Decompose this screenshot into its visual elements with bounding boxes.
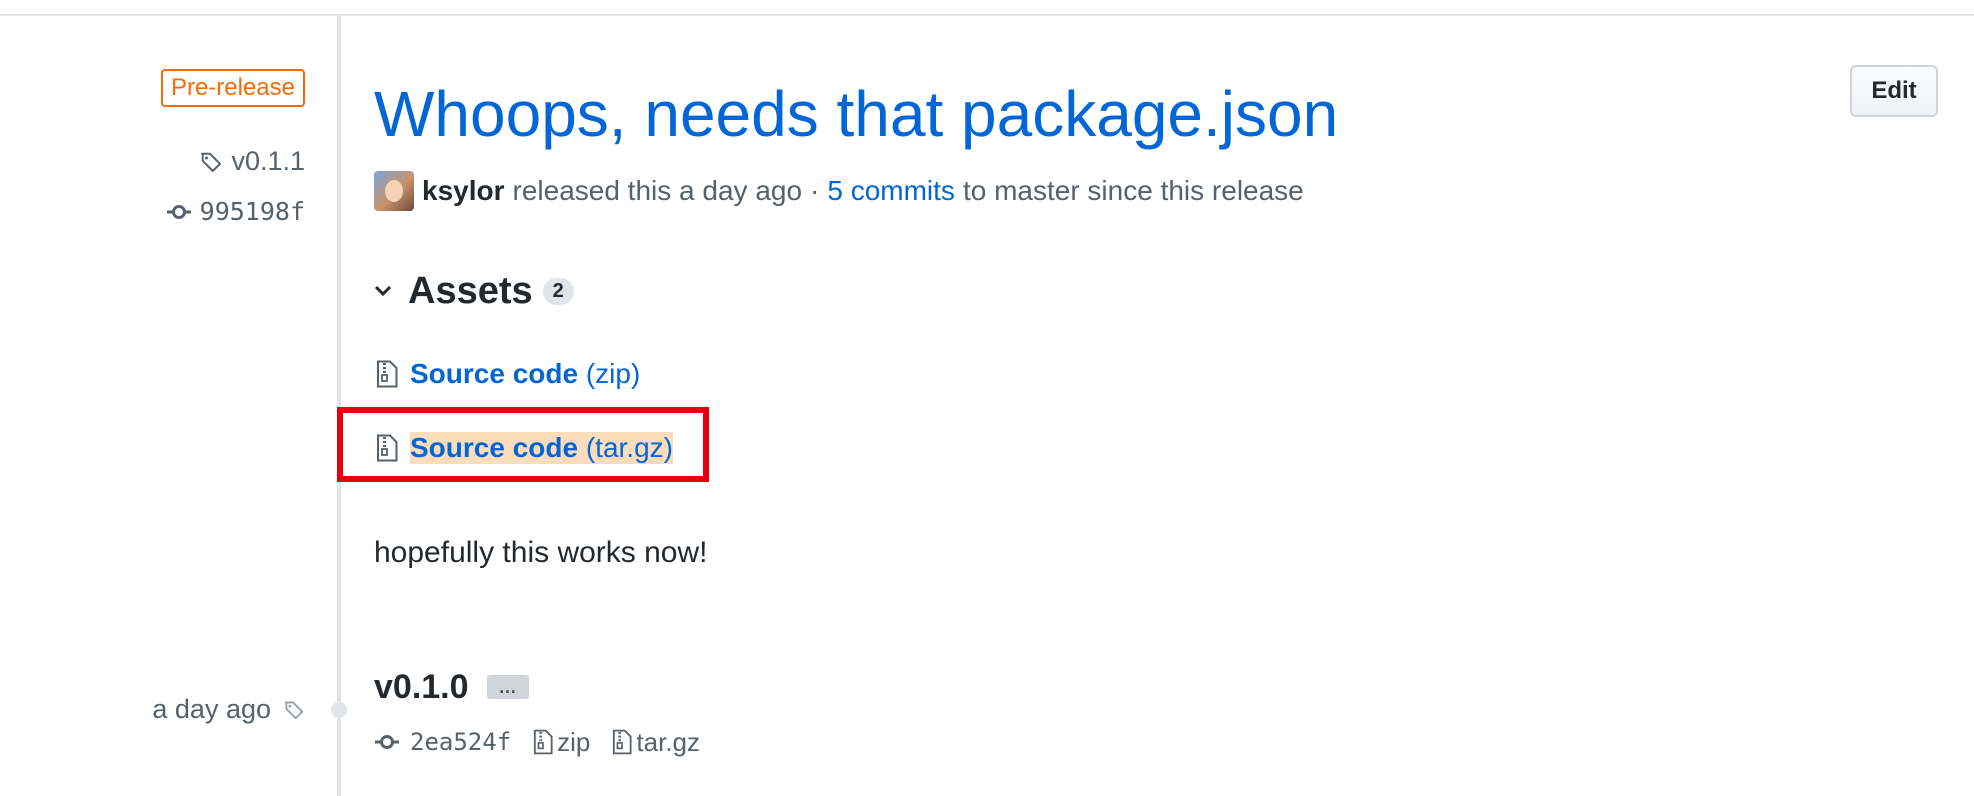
previous-release-tag[interactable]: v0.1.0 — [374, 668, 469, 707]
release-page: Pre-release v0.1.1 995198f a day ago Who… — [0, 0, 1974, 796]
header-divider — [0, 14, 1974, 16]
source-code-zip-link[interactable]: Source code (zip) — [410, 358, 640, 390]
tag-icon — [284, 701, 304, 719]
previous-release-date: a day ago — [152, 694, 305, 725]
release-timeline — [337, 16, 341, 796]
edit-button[interactable]: Edit — [1850, 65, 1938, 117]
asset-ext: (zip) — [585, 358, 641, 389]
previous-release-meta: 2ea524f zip tar.gz — [374, 722, 722, 762]
git-commit-icon — [166, 204, 191, 219]
release-commit-sha: 995198f — [199, 197, 305, 226]
previous-release-sha[interactable]: 2ea524f — [410, 728, 511, 756]
previous-targz-label: tar.gz — [636, 726, 700, 757]
assets-title: Assets — [408, 269, 533, 312]
file-zip-icon — [377, 360, 398, 388]
commits-suffix: to master since this release — [962, 175, 1304, 206]
previous-release-header: v0.1.0 … — [374, 664, 529, 710]
annotation-highlight-box — [337, 407, 709, 482]
file-zip-icon — [534, 729, 553, 755]
release-commit-link[interactable]: 995198f — [166, 197, 305, 226]
git-commit-icon — [375, 735, 399, 749]
assets-toggle[interactable]: Assets 2 — [374, 265, 574, 317]
previous-release-date-text: a day ago — [152, 694, 271, 724]
avatar[interactable] — [374, 171, 414, 211]
asset-item: Source code (zip) — [376, 354, 640, 394]
released-text: released this a day ago — [512, 175, 803, 206]
chevron-down-icon — [374, 285, 392, 297]
previous-zip-link[interactable]: zip — [533, 727, 590, 758]
commits-since-link[interactable]: 5 commits — [827, 175, 955, 207]
release-tag-link[interactable]: v0.1.1 — [199, 146, 305, 177]
tag-icon — [201, 152, 222, 172]
previous-targz-link[interactable]: tar.gz — [612, 727, 700, 758]
timeline-marker — [331, 702, 347, 718]
release-tag-name: v0.1.1 — [231, 146, 305, 176]
asset-name: Source code — [410, 358, 579, 389]
release-notes: hopefully this works now! — [374, 536, 708, 569]
author-link[interactable]: ksylor — [422, 175, 505, 207]
release-byline: ksylor released this a day ago · 5 commi… — [374, 170, 1304, 212]
previous-zip-label: zip — [557, 726, 591, 757]
file-zip-icon — [613, 729, 632, 755]
prerelease-badge: Pre-release — [160, 69, 305, 107]
byline-separator: · — [810, 175, 820, 206]
assets-count-badge: 2 — [542, 277, 574, 305]
release-title[interactable]: Whoops, needs that package.json — [374, 72, 1338, 156]
expand-details-button[interactable]: … — [486, 675, 529, 699]
